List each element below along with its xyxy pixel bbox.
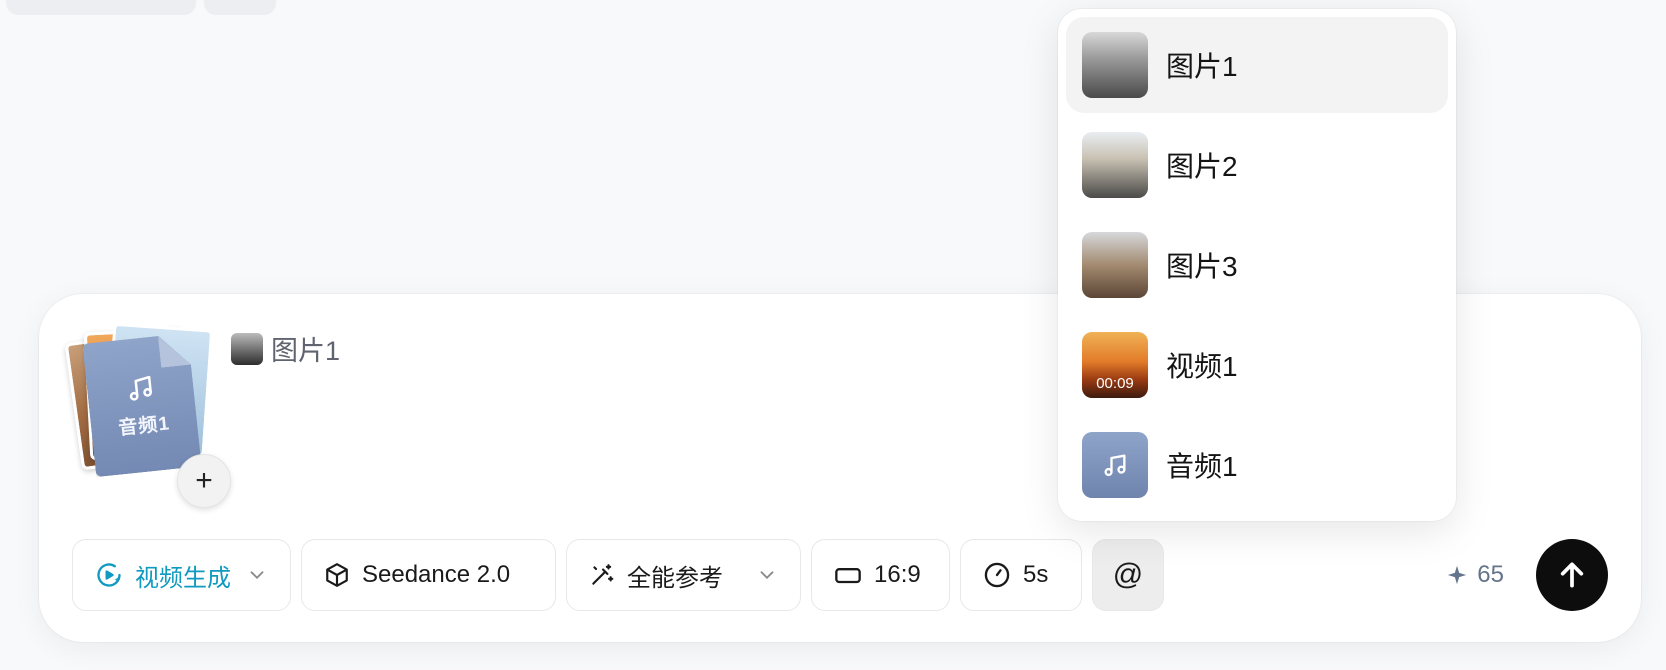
plus-icon: + bbox=[195, 464, 213, 497]
image-thumbnail bbox=[1082, 132, 1148, 198]
mode-select[interactable]: 视频生成 bbox=[72, 539, 291, 611]
magic-wand-icon bbox=[592, 564, 614, 585]
composer-toolbar: 视频生成 Seedance 2.0 全能参考 16:9 5s @ 65 bbox=[72, 539, 1608, 611]
dropdown-item-image-1[interactable]: 图片1 bbox=[1066, 17, 1448, 113]
sparkle-icon bbox=[1448, 565, 1467, 585]
reference-label: 全能参考 bbox=[627, 564, 723, 592]
duration-select[interactable]: 5s bbox=[960, 539, 1082, 611]
video-sparkle-icon bbox=[97, 563, 121, 587]
mention-button[interactable]: @ bbox=[1092, 539, 1164, 611]
music-note-icon bbox=[124, 371, 157, 404]
aspect-ratio-label: 16:9 bbox=[874, 561, 921, 588]
dropdown-item-video-1[interactable]: 00:09 视频1 bbox=[1066, 317, 1448, 413]
dropdown-item-label: 图片3 bbox=[1166, 251, 1238, 282]
chevron-down-icon bbox=[760, 571, 774, 580]
image-thumbnail bbox=[1082, 232, 1148, 298]
mention-label: 图片1 bbox=[271, 336, 341, 366]
model-select[interactable]: Seedance 2.0 bbox=[301, 539, 556, 611]
credits-value: 65 bbox=[1477, 561, 1504, 588]
top-pill[interactable] bbox=[204, 0, 276, 15]
dropdown-item-label: 音频1 bbox=[1166, 451, 1238, 482]
at-label: @ bbox=[1112, 558, 1144, 591]
attachment-stack[interactable]: 音频1 + bbox=[64, 322, 231, 508]
model-label: Seedance 2.0 bbox=[362, 561, 511, 588]
aspect-ratio-icon bbox=[835, 568, 861, 584]
music-note-icon bbox=[1104, 454, 1126, 477]
video-thumbnail: 00:09 bbox=[1082, 332, 1148, 398]
cube-icon bbox=[326, 563, 348, 587]
dropdown-item-audio-1[interactable]: 音频1 bbox=[1066, 417, 1448, 513]
image-thumbnail bbox=[1082, 32, 1148, 98]
audio-thumbnail bbox=[1082, 432, 1148, 498]
mention-chip[interactable]: 图片1 bbox=[231, 329, 340, 368]
mode-label: 视频生成 bbox=[135, 564, 231, 592]
dropdown-item-label: 图片1 bbox=[1166, 51, 1238, 82]
duration-label: 5s bbox=[1023, 561, 1049, 588]
dropdown-item-image-3[interactable]: 图片3 bbox=[1066, 217, 1448, 313]
credits-display: 65 bbox=[1447, 561, 1504, 589]
arrow-up-icon bbox=[1560, 562, 1584, 588]
video-duration-badge: 00:09 bbox=[1096, 375, 1134, 392]
clock-icon bbox=[984, 562, 1010, 588]
mention-thumbnail bbox=[231, 332, 263, 365]
dropdown-item-image-2[interactable]: 图片2 bbox=[1066, 117, 1448, 213]
dropdown-item-label: 视频1 bbox=[1166, 351, 1238, 382]
mention-dropdown: 图片1 图片2 图片3 00:09 视频1 音频1 bbox=[1058, 9, 1456, 521]
audio-attachment-label: 音频1 bbox=[117, 412, 171, 440]
top-pill[interactable] bbox=[6, 0, 196, 15]
send-button[interactable] bbox=[1536, 539, 1608, 611]
aspect-ratio-select[interactable]: 16:9 bbox=[811, 539, 950, 611]
add-attachment-button[interactable]: + bbox=[177, 454, 231, 508]
chevron-down-icon bbox=[250, 571, 264, 580]
dropdown-item-label: 图片2 bbox=[1166, 151, 1238, 182]
reference-select[interactable]: 全能参考 bbox=[566, 539, 801, 611]
